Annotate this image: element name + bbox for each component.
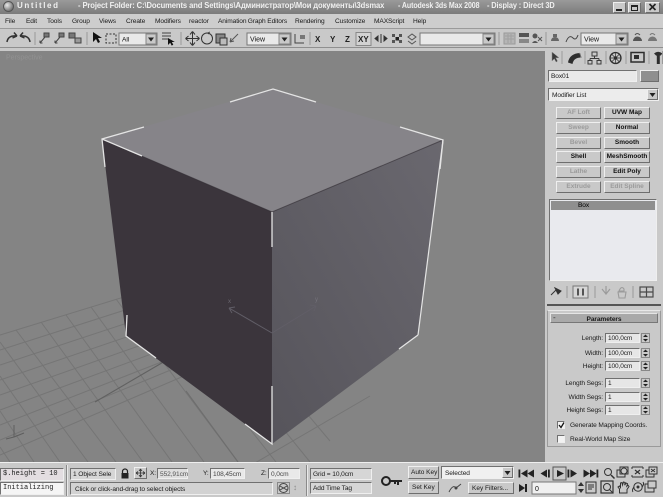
svg-text:Z: Z: [345, 35, 350, 44]
svg-text:Perspective: Perspective: [6, 55, 43, 62]
svg-text:Y: Y: [330, 35, 336, 44]
svg-text:X: X: [315, 35, 321, 44]
svg-text:XY: XY: [358, 35, 369, 44]
svg-text:y: y: [315, 297, 318, 303]
svg-text:x: x: [228, 299, 231, 305]
svg-text:All: All: [122, 37, 130, 44]
svg-text:View: View: [584, 37, 600, 44]
svg-text:0: 0: [535, 486, 539, 493]
svg-text:View: View: [250, 37, 266, 44]
